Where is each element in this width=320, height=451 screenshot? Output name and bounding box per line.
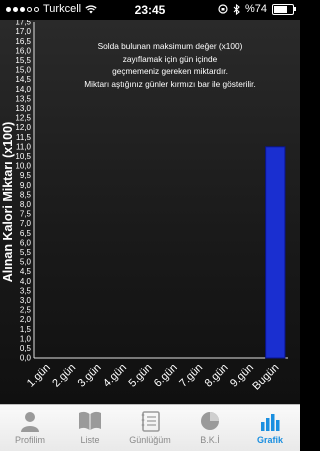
chart-note-line: Miktarı aştığınız günler kırmızı bar ile… [84,78,256,89]
x-tick-label: 3.gün [76,362,104,390]
y-tick-label: 16,0 [15,46,31,55]
y-tick-label: 2,5 [20,306,32,315]
chart-note-line: zayıflamak için gün içinde [122,53,218,64]
status-right: %74 [218,3,296,15]
y-tick-label: 5,0 [20,258,32,267]
y-tick-label: 9,5 [20,171,32,180]
battery-icon [272,3,296,15]
y-tick-label: 4,0 [20,277,32,286]
y-tick-label: 17,0 [15,27,31,36]
bar-chart-icon [261,414,280,431]
y-tick-label: 15,5 [15,56,31,65]
x-tick-label: 6.gün [152,362,180,390]
y-tick-label: 11,5 [16,133,32,142]
y-tick-label: 1,0 [20,334,32,343]
x-tick-label: 8.gün [203,362,231,390]
y-tick-label: 12,0 [15,123,31,132]
y-axis-label: Alınan Kalori Miktarı (x100) [1,121,15,283]
bluetooth-icon [233,3,240,15]
tab-gunlugum[interactable]: Günlüğüm [120,405,180,451]
battery-percent: %74 [244,3,267,15]
chart-note-line: Solda bulunan maksimum değer (x100) [97,41,243,51]
rotation-lock-icon [218,4,228,14]
x-tick-label: 7.gün [177,362,205,390]
y-tick-label: 11,0 [16,142,32,151]
y-tick-label: 7,5 [20,210,32,219]
tab-label: Günlüğüm [129,435,171,445]
y-tick-label: 14,5 [15,75,31,84]
chart-area: 0,0 0,5 1,0 1,5 2,0 2,5 3,0 3,5 4,0 4,5 5,0 5,5 6,0 6… [0,20,300,404]
tab-label: Liste [80,435,100,445]
person-icon [21,412,39,432]
y-tick-label: 7,0 [20,219,32,228]
y-tick-label: 6,0 [20,238,32,247]
y-tick-label: 8,0 [20,200,32,209]
y-tick-label: 1,5 [20,325,32,334]
y-tick-label: 0,5 [20,344,32,353]
x-tick-label: 5.gün [126,362,154,390]
chart-note-line: geçmemeniz gereken miktardır. [112,66,228,76]
tab-profilim[interactable]: Profilim [0,405,60,451]
tab-bar: Profilim Liste Günlüğüm B.K.İ Grafik [0,404,300,451]
x-tick-label: 1.gün [25,362,53,390]
tab-grafik[interactable]: Grafik [240,405,300,451]
pie-chart-icon [201,412,219,430]
notebook-icon [141,411,160,432]
y-tick-label: 4,5 [20,267,32,276]
y-tick-label: 3,5 [20,286,32,295]
tab-label: Grafik [256,435,283,445]
y-tick-label: 5,5 [20,248,32,257]
y-tick-label: 13,0 [15,104,31,113]
bar [265,146,286,359]
y-tick-label: 6,5 [20,229,32,238]
y-tick-label: 15,0 [15,66,31,75]
y-tick-label: 16,5 [15,37,31,46]
y-tick-label: 0,0 [20,354,32,363]
y-tick-label: 2,0 [20,315,32,324]
y-tick-label: 3,0 [20,296,32,305]
tab-label: B.K.İ [200,435,220,445]
y-tick-label: 17,5 [15,20,31,27]
y-tick-label: 8,5 [20,190,32,199]
y-tick-label: 10,5 [15,152,31,161]
y-tick-label: 10,0 [15,162,31,171]
y-tick-label: 14,0 [15,85,31,94]
x-tick-label: 2.gün [50,362,78,390]
x-tick-label: Bugün [250,362,281,393]
x-tick-label: 4.gün [101,362,129,390]
book-icon [79,411,101,430]
y-tick-label: 9,0 [20,181,32,190]
chart-note: Solda bulunan maksimum değer (x100) zayı… [50,40,290,90]
status-bar: Turkcell 23:45 %74 [0,0,300,20]
y-tick-label: 12,5 [15,114,31,123]
tab-bki[interactable]: B.K.İ [180,405,240,451]
tab-liste[interactable]: Liste [60,405,120,451]
tab-label: Profilim [14,435,45,445]
y-tick-label: 13,5 [15,94,31,103]
